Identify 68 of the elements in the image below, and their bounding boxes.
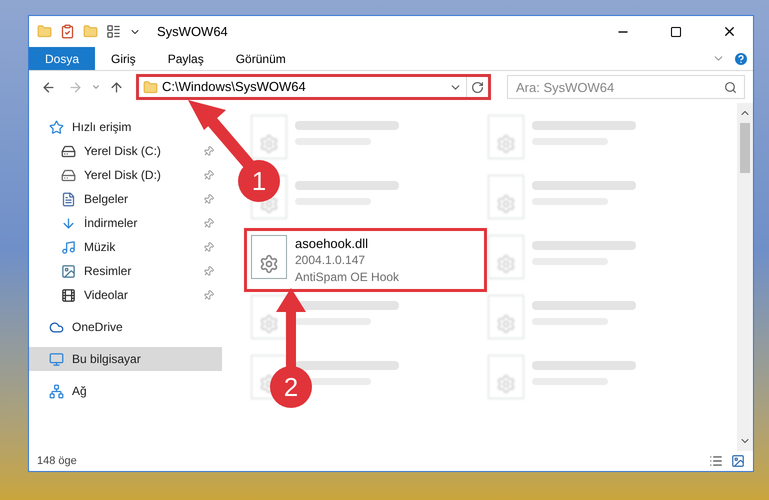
scrollbar[interactable] [737, 103, 753, 451]
file-item-highlight[interactable]: asoehook.dll 2004.1.0.147 AntiSpam OE Hook [247, 231, 484, 289]
address-path: C:\Windows\SysWOW64 [162, 78, 307, 96]
star-icon [49, 120, 64, 134]
sidebar-label: OneDrive [72, 319, 123, 336]
ribbon-tab[interactable]: Dosya [29, 47, 96, 70]
window-title: SysWOW64 [157, 22, 228, 41]
sidebar-item[interactable]: Videolar [29, 283, 222, 307]
sidebar-item[interactable]: Yerel Disk (D:) [29, 163, 222, 187]
file-icon [488, 115, 524, 159]
monitor-icon [49, 352, 64, 366]
network-icon [49, 384, 64, 398]
sidebar-item[interactable]: Bu bilgisayar [29, 347, 222, 371]
sidebar-label: Resimler [84, 263, 132, 280]
picture-icon [61, 264, 76, 278]
thumbnail-view-icon[interactable] [731, 454, 745, 468]
sidebar-item[interactable]: Yerel Disk (C:) [29, 139, 222, 163]
details-view-icon[interactable] [709, 454, 723, 468]
file-name: asoehook.dll [295, 235, 369, 252]
close-icon[interactable] [722, 24, 737, 39]
cloud-icon [49, 320, 64, 334]
item-count: 148 öge [37, 454, 77, 469]
sidebar-label: Müzik [84, 239, 116, 256]
file-icon [488, 235, 524, 279]
sidebar-label: Videolar [84, 287, 128, 304]
sidebar-item[interactable]: Müzik [29, 235, 222, 259]
maximize-icon[interactable] [670, 26, 682, 38]
back-icon[interactable] [41, 80, 56, 94]
sidebar-item[interactable]: Belgeler [29, 187, 222, 211]
sidebar-label: Yerel Disk (D:) [84, 167, 161, 184]
ribbon-tab[interactable]: Görünüm [220, 47, 302, 70]
help-icon[interactable] [733, 50, 749, 66]
sidebar-label: Ağ [72, 383, 87, 400]
folder-icon [143, 80, 158, 94]
drive-icon [61, 144, 76, 158]
download-icon [61, 216, 76, 230]
file-icon [488, 175, 524, 219]
sidebar-label: Hızlı erişim [72, 119, 132, 136]
file-description: AntiSpam OE Hook [295, 269, 400, 286]
properties-icon[interactable] [60, 24, 75, 39]
sidebar-item[interactable]: Ağ [29, 379, 95, 403]
file-icon [488, 355, 524, 399]
refresh-icon[interactable] [471, 80, 484, 94]
file-detail: 2004.1.0.147 [295, 252, 366, 269]
file-icon [251, 295, 287, 339]
ribbon-tab[interactable]: Paylaş [152, 47, 220, 70]
ribbon-tab[interactable]: Giriş [95, 47, 152, 70]
sidebar-label: Bu bilgisayar [72, 351, 141, 368]
film-icon [61, 288, 76, 302]
search-field[interactable]: Ara: SysWOW64 [507, 75, 745, 99]
sidebar-label: Belgeler [84, 191, 128, 208]
music-icon [61, 240, 76, 254]
file-icon [488, 295, 524, 339]
sidebar-item[interactable]: İndirmeler [29, 211, 222, 235]
file-icon [251, 235, 287, 279]
search-icon [724, 81, 737, 94]
up-icon[interactable] [109, 80, 124, 94]
sidebar-label: İndirmeler [84, 215, 138, 232]
file-icon [251, 115, 287, 159]
sidebar-item[interactable]: Hızlı erişim [29, 115, 140, 139]
drive-icon [61, 168, 76, 182]
sidebar-item[interactable]: OneDrive [29, 315, 131, 339]
document-icon [61, 192, 76, 206]
sidebar-label: Yerel Disk (C:) [84, 143, 161, 160]
view-icon[interactable] [106, 24, 121, 39]
sidebar-item[interactable]: Resimler [29, 259, 222, 283]
address-bar[interactable]: C:\Windows\SysWOW64 [136, 74, 491, 100]
scrollbar-thumb[interactable] [740, 123, 750, 173]
